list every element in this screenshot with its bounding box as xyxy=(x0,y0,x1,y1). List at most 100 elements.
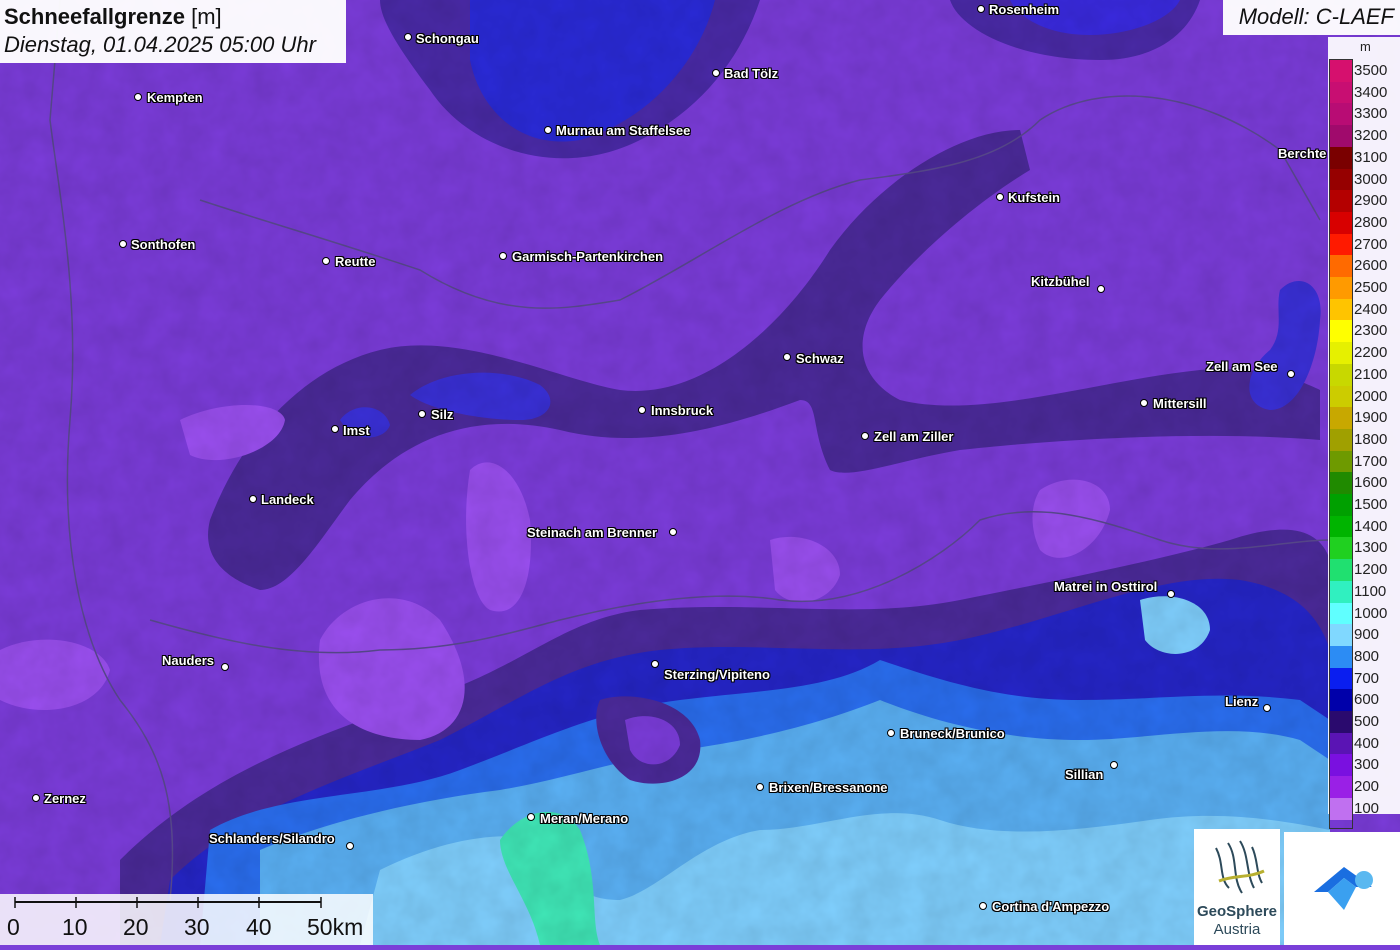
legend-swatch-1000 xyxy=(1330,602,1352,625)
legend-label-1100: 1100 xyxy=(1354,582,1387,600)
legend-swatch-1400 xyxy=(1330,515,1352,538)
city-dot-zernez xyxy=(32,794,40,802)
legend-swatch-3300 xyxy=(1330,103,1352,126)
legend-label-100: 100 xyxy=(1354,799,1380,817)
legend-label-2700: 2700 xyxy=(1354,235,1388,253)
legend-unit: m xyxy=(1360,39,1371,54)
map-title-unit: [m] xyxy=(191,4,222,29)
scale-bar-ruler xyxy=(14,897,322,908)
city-label-sterzing: Sterzing/Vipiteno xyxy=(664,667,770,682)
legend-swatch-2000 xyxy=(1330,385,1352,408)
weather-app-icon xyxy=(1314,867,1373,910)
legend-label-600: 600 xyxy=(1354,691,1380,709)
legend-swatch-1500 xyxy=(1330,494,1352,517)
legend-label-3300: 3300 xyxy=(1354,105,1388,123)
legend-label-2800: 2800 xyxy=(1354,213,1388,231)
legend-label-3500: 3500 xyxy=(1354,62,1388,79)
legend-swatch-2800 xyxy=(1330,211,1352,235)
legend-swatch-3500 xyxy=(1330,60,1352,83)
city-label-innsbruck: Innsbruck xyxy=(651,403,714,418)
legend-label-1800: 1800 xyxy=(1354,430,1388,448)
legend-swatch-600 xyxy=(1330,689,1352,712)
scale-label-10: 10 xyxy=(62,914,88,940)
city-label-sillian: Sillian xyxy=(1065,767,1104,782)
legend-label-200: 200 xyxy=(1354,778,1380,796)
city-label-cortina: Cortina d'Ampezzo xyxy=(992,899,1110,914)
city-label-sonthofen: Sonthofen xyxy=(131,237,196,252)
legend-label-1900: 1900 xyxy=(1354,409,1388,427)
map-title-main: Schneefallgrenze xyxy=(4,4,185,29)
scale-label-30: 30 xyxy=(184,914,210,940)
map-title: Schneefallgrenze [m] xyxy=(4,4,222,30)
city-label-reutte: Reutte xyxy=(335,254,376,269)
legend-label-500: 500 xyxy=(1354,713,1380,730)
city-label-zell-am-ziller: Zell am Ziller xyxy=(874,429,954,444)
legend-swatch-300 xyxy=(1330,754,1352,777)
city-label-steinach: Steinach am Brenner xyxy=(527,525,658,540)
legend-label-2200: 2200 xyxy=(1354,344,1388,362)
city-dot-bad-toelz xyxy=(712,69,720,77)
legend-swatch-1600 xyxy=(1330,472,1352,495)
city-label-kempten: Kempten xyxy=(147,90,203,105)
legend-label-3000: 3000 xyxy=(1354,170,1388,188)
legend-label-2500: 2500 xyxy=(1354,279,1388,296)
city-dot-landeck xyxy=(249,495,257,503)
legend-swatch-1300 xyxy=(1330,537,1352,560)
legend-label-2400: 2400 xyxy=(1354,300,1388,318)
city-dot-innsbruck xyxy=(638,406,646,414)
city-dot-schongau xyxy=(404,33,412,41)
legend-label-800: 800 xyxy=(1354,647,1380,665)
legend-label-3200: 3200 xyxy=(1354,127,1388,145)
legend-label-900: 900 xyxy=(1354,626,1380,644)
scale-bar: 0 10 20 30 40 50km xyxy=(0,894,373,945)
city-label-landeck: Landeck xyxy=(261,492,314,507)
legend-label-300: 300 xyxy=(1354,756,1380,774)
geosphere-country: Austria xyxy=(1213,921,1261,938)
city-label-zernez: Zernez xyxy=(44,791,86,806)
city-label-murnau: Murnau am Staffelsee xyxy=(556,123,691,138)
legend-swatch-2400 xyxy=(1330,298,1352,321)
city-dot-zell-am-see xyxy=(1287,370,1295,378)
city-dot-kempten xyxy=(134,93,142,101)
legend-label-2000: 2000 xyxy=(1354,387,1388,405)
city-label-schwaz: Schwaz xyxy=(796,351,844,366)
title-box: Schneefallgrenze [m] Dienstag, 01.04.202… xyxy=(0,0,346,63)
legend-label-3400: 3400 xyxy=(1354,83,1388,101)
scale-label-20: 20 xyxy=(123,914,149,940)
city-label-lienz: Lienz xyxy=(1225,694,1259,709)
legend-label-2900: 2900 xyxy=(1354,192,1388,210)
city-label-rosenheim: Rosenheim xyxy=(989,2,1060,17)
city-dot-schwaz xyxy=(783,353,791,361)
city-label-schlanders: Schlanders/Silandro xyxy=(209,831,335,846)
city-dot-garmisch xyxy=(499,252,507,260)
model-label: Modell: C-LAEF xyxy=(1238,4,1394,29)
legend-swatch-1800 xyxy=(1330,428,1352,452)
city-label-meran: Meran/Merano xyxy=(540,811,629,826)
city-label-mittersill: Mittersill xyxy=(1153,396,1207,411)
scale-label-50km: 50km xyxy=(307,914,364,940)
city-dot-matrei xyxy=(1167,590,1175,598)
weather-app-logo[interactable] xyxy=(1284,832,1400,945)
city-dot-steinach xyxy=(669,528,677,536)
legend-swatch-2200 xyxy=(1330,342,1352,365)
legend-label-2300: 2300 xyxy=(1354,322,1388,340)
city-dot-murnau xyxy=(544,126,552,134)
legend-label-1000: 1000 xyxy=(1354,604,1388,622)
city-dot-zell-am-ziller xyxy=(861,432,869,440)
city-label-silz: Silz xyxy=(431,407,454,422)
color-legend: m 3500 3400 3300 3200 3100 3000 2900 2800 2700 26… xyxy=(1328,37,1400,829)
city-label-imst: Imst xyxy=(343,423,370,438)
legend-swatch-400 xyxy=(1330,732,1352,755)
city-dot-cortina xyxy=(979,902,987,910)
geosphere-logo[interactable]: GeoSphere Austria xyxy=(1194,829,1280,945)
legend-label-1600: 1600 xyxy=(1354,474,1388,492)
city-label-schongau: Schongau xyxy=(416,31,479,46)
legend-swatch-100 xyxy=(1330,797,1352,820)
scale-label-0: 0 xyxy=(7,914,20,940)
legend-label-3100: 3100 xyxy=(1354,148,1388,166)
city-dot-reutte xyxy=(322,257,330,265)
city-dot-imst xyxy=(331,425,339,433)
legend-swatch-900 xyxy=(1330,624,1352,647)
city-dot-meran xyxy=(527,813,535,821)
legend-swatch-1200 xyxy=(1330,559,1352,582)
